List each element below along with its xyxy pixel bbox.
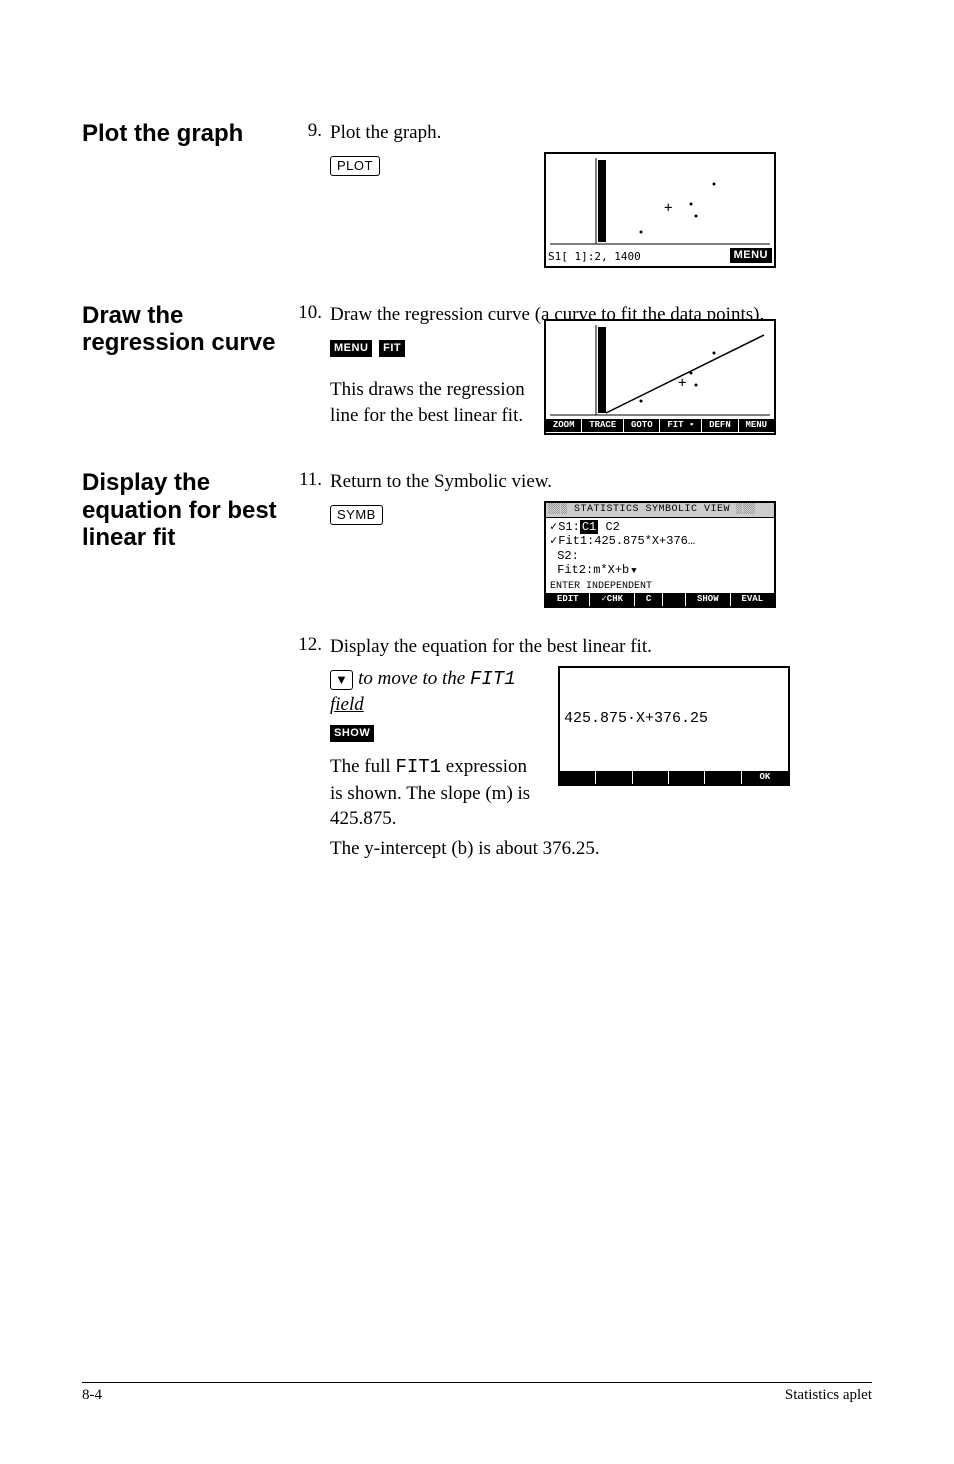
sv-line-fit2: Fit2:m*X+b <box>550 563 770 577</box>
narrative: This draws the regression line for the b… <box>330 379 525 426</box>
step-text: Display the equation for the best linear… <box>330 636 652 657</box>
softkey[interactable] <box>663 593 686 606</box>
step-number: 10. <box>294 302 322 324</box>
softkey[interactable] <box>633 771 669 784</box>
screen-softkeys: OK <box>560 771 788 784</box>
sv-line-s2: S2: <box>550 549 770 563</box>
section-plot: Plot the graph 9. Plot the graph. PLOT <box>82 120 872 268</box>
screen-status: S1[ 1]:2, 1400 <box>548 250 641 263</box>
page: Plot the graph 9. Plot the graph. PLOT <box>0 0 954 1464</box>
step-text: Plot the graph. <box>330 122 441 143</box>
screen-softkeys: EDIT ✓CHK C SHOW EVAL <box>546 593 774 606</box>
softkey[interactable]: FIT ▪ <box>660 419 702 432</box>
page-footer: 8-4 Statistics aplet <box>82 1382 872 1404</box>
step-number: 11. <box>294 469 322 491</box>
softkey-show[interactable]: SHOW <box>330 725 374 742</box>
regression-graph-icon: + <box>546 321 774 419</box>
softkey[interactable] <box>669 771 705 784</box>
screen-softkeys: ZOOM TRACE GOTO FIT ▪ DEFN MENU <box>546 419 774 432</box>
step-number: 12. <box>294 634 322 656</box>
section-display: Display the equation for best linear fit… <box>82 469 872 861</box>
plot-graph-icon: + <box>546 154 774 248</box>
softkey[interactable] <box>560 771 596 784</box>
key-hint-2: field <box>330 692 544 718</box>
key-hint: to move to the FIT1 <box>358 668 515 689</box>
step-text: Return to the Symbolic view. <box>330 471 552 492</box>
softkey[interactable]: MENU <box>739 419 774 432</box>
sv-line-fit1: Fit1:425.875*X+376… <box>550 534 770 548</box>
softkey[interactable]: GOTO <box>624 419 660 432</box>
softkey[interactable]: TRACE <box>582 419 624 432</box>
sv-prompt: ENTER INDEPENDENT <box>550 581 770 593</box>
key-symb[interactable]: SYMB <box>330 505 383 525</box>
sv-line-s1: S1:C1 C2 <box>550 520 770 534</box>
calc-screen-symbolic: ░░░ STATISTICS SYMBOLIC VIEW ░░░ S1:C1 C… <box>544 501 776 608</box>
screen-title: ░░░ STATISTICS SYMBOLIC VIEW ░░░ <box>546 503 774 518</box>
softkey[interactable]: SHOW <box>686 593 730 606</box>
narrative: The full FIT1 expression is shown. The s… <box>330 754 544 832</box>
footer-title: Statistics aplet <box>785 1387 872 1404</box>
calc-screen-regression: + ZOOM TRACE GOTO FIT ▪ DEFN MENU <box>544 319 776 435</box>
softkey[interactable]: DEFN <box>702 419 738 432</box>
softkey[interactable] <box>596 771 632 784</box>
key-down-arrow[interactable]: ▼ <box>330 670 353 690</box>
calc-screen-equation: 425.875·X+376.25 OK <box>558 666 790 786</box>
narrative-yint: The y-intercept (b) is about 376.25. <box>330 836 872 862</box>
section-draw: Draw the regression curve 10. Draw the r… <box>82 302 872 435</box>
softkey[interactable]: EVAL <box>731 593 774 606</box>
softkey[interactable]: EDIT <box>546 593 590 606</box>
heading-plot: Plot the graph <box>82 120 282 148</box>
screen-menu-btn[interactable]: MENU <box>730 248 772 263</box>
key-plot[interactable]: PLOT <box>330 156 380 176</box>
softkey[interactable]: ZOOM <box>546 419 582 432</box>
page-number: 8-4 <box>82 1387 102 1404</box>
softkey-fit[interactable]: FIT <box>379 340 405 357</box>
softkey[interactable] <box>705 771 741 784</box>
equation-text: 425.875·X+376.25 <box>560 668 788 771</box>
svg-text:+: + <box>664 200 672 216</box>
svg-text:+: + <box>678 375 686 391</box>
heading-display: Display the equation for best linear fit <box>82 469 282 552</box>
softkey[interactable]: C <box>635 593 663 606</box>
softkey[interactable]: OK <box>742 771 788 784</box>
calc-screen-plot: + S1[ 1]:2, 1400 MENU <box>544 152 776 268</box>
softkey-menu[interactable]: MENU <box>330 340 372 357</box>
softkey[interactable]: ✓CHK <box>590 593 634 606</box>
heading-draw: Draw the regression curve <box>82 302 282 357</box>
step-number: 9. <box>294 120 322 142</box>
